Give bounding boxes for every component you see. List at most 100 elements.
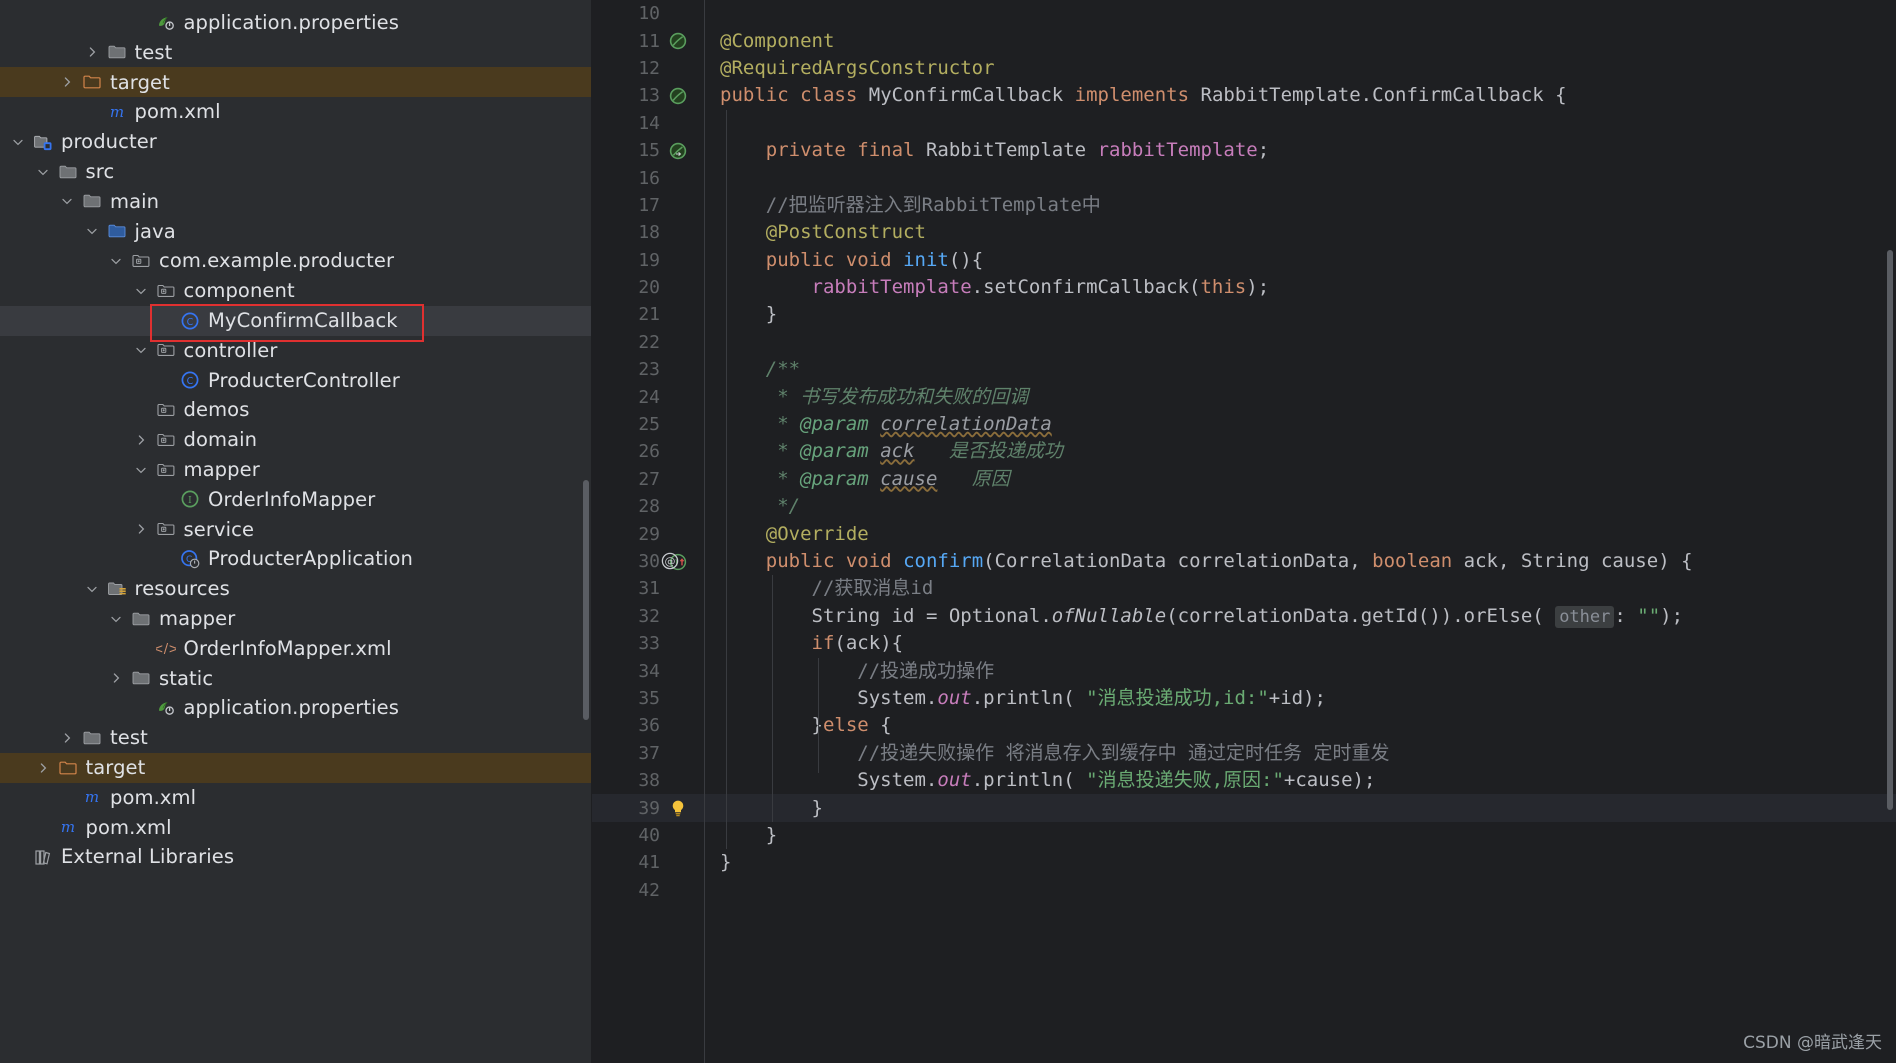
tree-item-producter[interactable]: producter [0,127,592,157]
tree-item-application-properties[interactable]: application.properties [0,8,592,38]
editor-scrollbar[interactable] [1887,250,1893,810]
tree-item-myconfirmcallback[interactable]: C MyConfirmCallback [0,305,592,336]
chevron-down-icon[interactable] [133,342,149,358]
code-line[interactable]: 33 if(ack){ [592,630,1896,657]
code-line[interactable]: 35 System.out.println( "消息投递成功,id:"+id); [592,685,1896,712]
tree-item-orderinfomapper-xml[interactable]: </> OrderInfoMapper.xml [0,634,592,664]
code-line[interactable]: 25 * @param correlationData [592,411,1896,438]
editor-gutter[interactable]: 20 [592,274,704,301]
tree-item-component[interactable]: component [0,276,592,306]
chevron-down-icon[interactable] [35,164,51,180]
chevron-right-icon[interactable] [133,521,149,537]
code-line[interactable]: 41} [592,849,1896,876]
code-line[interactable]: 18 @PostConstruct [592,219,1896,246]
editor-gutter[interactable]: 34 [592,657,704,684]
tree-item-mapper[interactable]: mapper [0,604,592,634]
tree-item-com-example-producter[interactable]: com.example.producter [0,246,592,276]
code-line[interactable]: 39 } [592,794,1896,822]
code-line[interactable]: 15 private final RabbitTemplate rabbitTe… [592,137,1896,164]
tree-item-demos[interactable]: demos [0,395,592,425]
editor-gutter[interactable]: 12 [592,55,704,82]
code-line[interactable]: 26 * @param ack 是否投递成功 [592,438,1896,465]
chevron-down-icon[interactable] [84,581,100,597]
code-content[interactable]: 10 11 @Component 12 @RequiredArgsConstructor… [592,0,1896,904]
code-line[interactable]: 14 [592,110,1896,137]
editor-gutter[interactable]: 22 [592,329,704,356]
spring-bean-icon[interactable] [660,30,700,52]
editor-gutter[interactable]: 35 [592,685,704,712]
editor-gutter[interactable]: 32 [592,603,704,630]
chevron-down-icon[interactable] [133,283,149,299]
editor-gutter[interactable]: 17 [592,192,704,219]
tree-item-src[interactable]: src [0,157,592,187]
editor-gutter[interactable]: 39 [592,794,704,821]
editor-gutter[interactable]: 27 [592,466,704,493]
code-line[interactable]: 31 //获取消息id [592,575,1896,602]
tree-item-test[interactable]: test [0,38,592,68]
editor-gutter[interactable]: 14 [592,110,704,137]
tree-item-pom-xml[interactable]: m pom.xml [0,783,592,813]
spring-bean-icon[interactable] [660,85,700,107]
editor-gutter[interactable]: 36 [592,712,704,739]
tree-item-service[interactable]: service [0,514,592,544]
tree-item-productercontroller[interactable]: C ProducterController [0,365,592,395]
editor-gutter[interactable]: 13 [592,82,704,109]
code-line[interactable]: 38 System.out.println( "消息投递失败,原因:"+caus… [592,767,1896,794]
chevron-right-icon[interactable] [108,670,124,686]
editor-gutter[interactable]: 33 [592,630,704,657]
chevron-down-icon[interactable] [10,134,26,150]
tree-item-resources[interactable]: resources [0,574,592,604]
code-line[interactable]: 12 @RequiredArgsConstructor [592,55,1896,82]
code-line[interactable]: 29 @Override [592,520,1896,547]
code-line[interactable]: 42 [592,877,1896,904]
chevron-down-icon[interactable] [59,193,75,209]
chevron-right-icon[interactable] [84,44,100,60]
code-line[interactable]: 10 [592,0,1896,27]
editor-gutter[interactable]: 30 I [592,548,704,575]
editor-gutter[interactable]: 41 [592,849,704,876]
editor-gutter[interactable]: 15 [592,137,704,164]
code-line[interactable]: 36 }else { [592,712,1896,739]
editor-gutter[interactable]: 28 [592,493,704,520]
code-line[interactable]: 32 String id = Optional.ofNullable(corre… [592,603,1896,630]
tree-item-main[interactable]: main [0,187,592,217]
chevron-right-icon[interactable] [59,74,75,90]
code-line[interactable]: 37 //投递失败操作 将消息存入到缓存中 通过定时任务 定时重发 [592,740,1896,767]
editor-gutter[interactable]: 11 [592,27,704,54]
project-tool-window[interactable]: staticapplication.propertiestesttargetmp… [0,0,592,1063]
code-line[interactable]: 17 //把监听器注入到RabbitTemplate中 [592,192,1896,219]
code-line[interactable]: 40 } [592,822,1896,849]
editor-gutter[interactable]: 23 [592,356,704,383]
editor-gutter[interactable]: 25 [592,411,704,438]
code-line[interactable]: 16 [592,164,1896,191]
code-line[interactable]: 34 //投递成功操作 [592,657,1896,684]
editor-gutter[interactable]: 18 [592,219,704,246]
tree-item-domain[interactable]: domain [0,425,592,455]
tree-item-external-libraries[interactable]: External Libraries [0,842,592,872]
editor-gutter[interactable]: 24 [592,383,704,410]
tree-item-java[interactable]: java [0,216,592,246]
spring-autowire-icon[interactable] [660,140,700,162]
code-line[interactable]: 13 public class MyConfirmCallback impleme… [592,82,1896,109]
tree-item-static[interactable]: static [0,663,592,693]
intention-bulb-icon[interactable] [660,797,700,819]
editor-pane[interactable]: 10 11 @Component 12 @RequiredArgsConstructor… [592,0,1896,1063]
tree-item-mapper[interactable]: mapper [0,455,592,485]
code-line[interactable]: 11 @Component [592,27,1896,54]
editor-gutter[interactable]: 31 [592,575,704,602]
code-line[interactable]: 23 /** [592,356,1896,383]
chevron-down-icon[interactable] [108,253,124,269]
chevron-right-icon[interactable] [108,0,124,1]
editor-gutter[interactable]: 26 [592,438,704,465]
editor-gutter[interactable]: 40 [592,822,704,849]
tree-item-orderinfomapper[interactable]: I OrderInfoMapper [0,485,592,515]
tree-item-controller[interactable]: controller [0,336,592,366]
code-line[interactable]: 21 } [592,301,1896,328]
editor-gutter[interactable]: 10 [592,0,704,27]
tree-item-application-properties[interactable]: application.properties [0,693,592,723]
chevron-right-icon[interactable] [133,432,149,448]
editor-gutter[interactable]: 21 [592,301,704,328]
code-line[interactable]: 24 * 书写发布成功和失败的回调 [592,383,1896,410]
tree-item-producterapplication[interactable]: C ProducterApplication [0,544,592,574]
code-line[interactable]: 27 * @param cause 原因 [592,466,1896,493]
